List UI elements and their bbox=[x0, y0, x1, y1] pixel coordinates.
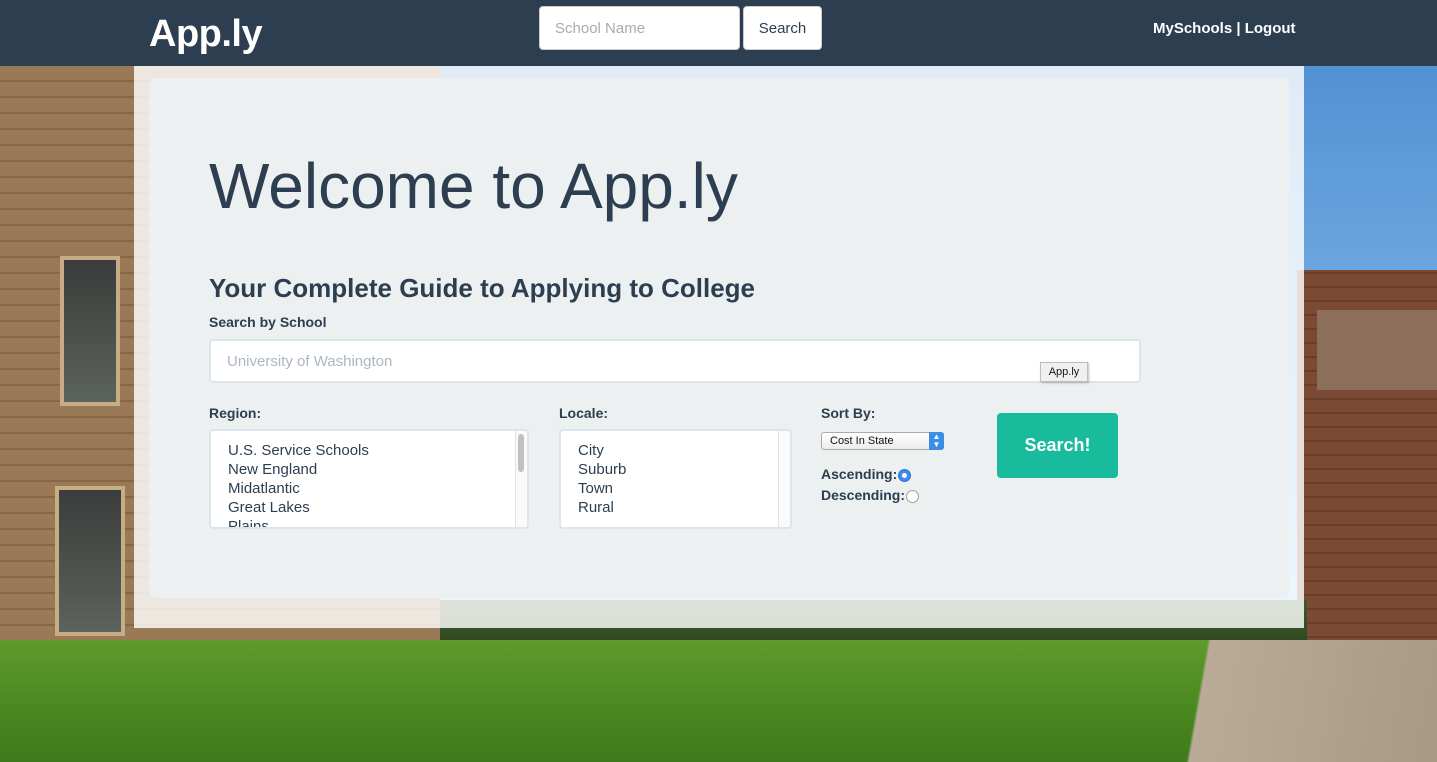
page-subtitle: Your Complete Guide to Applying to Colle… bbox=[209, 273, 755, 303]
background-path bbox=[1167, 640, 1437, 762]
background-roof bbox=[1317, 310, 1437, 390]
myschools-link[interactable]: MySchools bbox=[1153, 20, 1232, 37]
sort-by-select[interactable]: Cost In State ▲ ▼ bbox=[821, 432, 944, 450]
locale-options: City Suburb Town Rural bbox=[561, 431, 790, 517]
ascending-option[interactable]: Ascending: bbox=[821, 466, 912, 482]
region-scrollbar-thumb[interactable] bbox=[518, 434, 524, 472]
region-listbox[interactable]: U.S. Service Schools New England Midatla… bbox=[209, 429, 529, 529]
region-options: U.S. Service Schools New England Midatla… bbox=[211, 431, 527, 527]
locale-option[interactable]: Rural bbox=[578, 498, 790, 517]
locale-option[interactable]: Suburb bbox=[578, 460, 790, 479]
school-search-input[interactable] bbox=[209, 339, 1141, 383]
locale-scrollbar[interactable] bbox=[778, 431, 790, 527]
region-option[interactable]: Midatlantic bbox=[228, 479, 527, 498]
ascending-radio[interactable] bbox=[898, 469, 912, 482]
locale-option[interactable]: Town bbox=[578, 479, 790, 498]
page-title: Welcome to App.ly bbox=[209, 150, 738, 222]
descending-label: Descending: bbox=[821, 487, 906, 503]
nav-separator: | bbox=[1232, 20, 1245, 37]
search-submit-button[interactable]: Search! bbox=[997, 413, 1118, 478]
region-scrollbar[interactable] bbox=[515, 431, 527, 527]
region-option[interactable]: U.S. Service Schools bbox=[228, 441, 527, 460]
region-option[interactable]: Plains bbox=[228, 517, 527, 527]
nav-links: MySchools | Logout bbox=[1153, 20, 1296, 37]
descending-option[interactable]: Descending: bbox=[821, 487, 920, 503]
search-by-school-label: Search by School bbox=[209, 314, 327, 330]
region-option[interactable]: New England bbox=[228, 460, 527, 479]
logout-link[interactable]: Logout bbox=[1245, 20, 1296, 37]
top-navbar: App.ly Search MySchools | Logout bbox=[0, 0, 1437, 66]
locale-label: Locale: bbox=[559, 405, 609, 421]
nav-search-button[interactable]: Search bbox=[743, 6, 822, 50]
descending-radio[interactable] bbox=[906, 490, 920, 503]
region-label: Region: bbox=[209, 405, 262, 421]
school-name-input[interactable] bbox=[539, 6, 740, 50]
ascending-label: Ascending: bbox=[821, 466, 898, 482]
sort-by-label: Sort By: bbox=[821, 405, 876, 421]
tooltip: App.ly bbox=[1040, 362, 1088, 382]
background-window bbox=[60, 256, 120, 406]
background-building-right bbox=[1297, 270, 1437, 650]
chevron-updown-icon: ▲ ▼ bbox=[929, 432, 944, 450]
region-option[interactable]: Great Lakes bbox=[228, 498, 527, 517]
locale-listbox[interactable]: City Suburb Town Rural bbox=[559, 429, 792, 529]
background-window bbox=[55, 486, 125, 636]
sort-by-selected: Cost In State bbox=[830, 435, 894, 447]
locale-option[interactable]: City bbox=[578, 441, 790, 460]
brand-logo[interactable]: App.ly bbox=[149, 12, 263, 56]
